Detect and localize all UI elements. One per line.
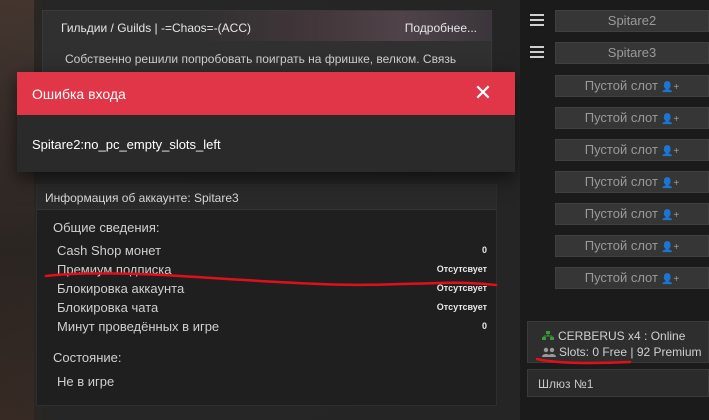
chat-ban-label: Блокировка чата bbox=[57, 300, 159, 315]
server-status: CERBERUS x4 : Online Slots: 0 Free | 92 … bbox=[527, 321, 709, 363]
news-title: Гильдии / Guilds | -=Chaos=-(ACC) bbox=[61, 21, 252, 35]
error-message: Spitare2:no_pc_empty_slots_left bbox=[32, 137, 221, 152]
close-icon[interactable]: ✕ bbox=[473, 82, 493, 104]
drag-handle-icon[interactable] bbox=[530, 14, 544, 26]
drag-handle-icon[interactable] bbox=[530, 46, 544, 58]
character-slot-1[interactable]: Spitare2 bbox=[555, 10, 709, 32]
gateway-label: Шлюз №1 bbox=[538, 377, 594, 391]
add-user-icon: 👤+ bbox=[660, 242, 680, 253]
playtime-value: 0 bbox=[481, 321, 487, 331]
add-user-icon: 👤+ bbox=[660, 210, 680, 221]
empty-slot-button[interactable]: Пустой слот 👤+ bbox=[555, 171, 709, 193]
account-ban-value: Отсутсвует bbox=[436, 283, 487, 293]
dialog-body: Spitare2:no_pc_empty_slots_left bbox=[17, 115, 515, 172]
account-info-panel: Информация об аккаунте: Spitare3 Общие с… bbox=[36, 184, 497, 406]
add-user-icon: 👤+ bbox=[660, 274, 680, 285]
server-name: CERBERUS x4 : Online bbox=[558, 329, 686, 343]
state-label: Состояние: bbox=[53, 350, 122, 365]
empty-slot-button[interactable]: Пустой слот 👤+ bbox=[555, 235, 709, 257]
character-slot-2[interactable]: Spitare3 bbox=[555, 42, 709, 64]
dialog-title: Ошибка входа bbox=[32, 86, 126, 102]
state-value: Не в игре bbox=[57, 374, 115, 389]
dialog-header: Ошибка входа ✕ bbox=[17, 72, 515, 115]
account-info-header: Информация об аккаунте: Spitare3 bbox=[37, 185, 496, 210]
news-text: Собственно решили попробовать поиграть н… bbox=[65, 52, 457, 66]
general-info-label: Общие сведения: bbox=[53, 220, 160, 235]
users-icon bbox=[542, 347, 556, 357]
empty-slot-button[interactable]: Пустой слот 👤+ bbox=[555, 107, 709, 129]
empty-slot-button[interactable]: Пустой слот 👤+ bbox=[555, 267, 709, 289]
account-ban-label: Блокировка аккаунта bbox=[57, 281, 185, 296]
login-error-dialog: Ошибка входа ✕ Spitare2:no_pc_empty_slot… bbox=[17, 72, 515, 172]
gateway-selector[interactable]: Шлюз №1 bbox=[527, 369, 709, 397]
chat-ban-value: Отсутсвует bbox=[436, 302, 487, 312]
add-user-icon: 👤+ bbox=[660, 146, 680, 157]
empty-slot-button[interactable]: Пустой слот 👤+ bbox=[555, 75, 709, 97]
premium-value: Отсутсвует bbox=[436, 264, 487, 274]
cash-shop-value: 0 bbox=[481, 245, 487, 255]
add-user-icon: 👤+ bbox=[660, 82, 680, 93]
background-art-strip bbox=[0, 0, 34, 420]
add-user-icon: 👤+ bbox=[660, 178, 680, 189]
account-info-title: Информация об аккаунте: Spitare3 bbox=[45, 191, 239, 205]
news-card[interactable]: Гильдии / Guilds | -=Chaos=-(ACC) Подроб… bbox=[42, 10, 492, 74]
network-icon bbox=[542, 331, 554, 340]
server-slots: Slots: 0 Free | 92 Premium bbox=[559, 345, 702, 359]
premium-label: Премиум подписка bbox=[57, 262, 172, 277]
news-more-link[interactable]: Подробнее... bbox=[405, 21, 477, 35]
playtime-label: Минут проведённых в игре bbox=[57, 319, 220, 334]
cash-shop-label: Cash Shop монет bbox=[57, 243, 162, 258]
empty-slot-button[interactable]: Пустой слот 👤+ bbox=[555, 203, 709, 225]
add-user-icon: 👤+ bbox=[660, 114, 680, 125]
empty-slot-button[interactable]: Пустой слот 👤+ bbox=[555, 139, 709, 161]
